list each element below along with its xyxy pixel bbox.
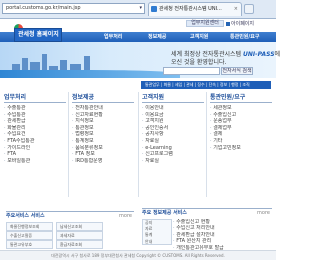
list-item[interactable]: 품목분류정보 [72,145,134,152]
list-item[interactable]: 공인인증서 [142,125,204,132]
list-item[interactable]: 자료실 [142,158,204,165]
column-support: 고객지원 이용안내 이용요금 고객지원 공인인증서 공지사항 자료실 e-Lea… [142,92,204,164]
hero-slogan-line2: 오신 것을 환영합니다. [171,59,227,66]
info-category-box: 공지 자료 통계 안내 [142,219,172,245]
list-item[interactable]: 결제 [210,131,272,138]
service-link[interactable]: 납세신고조회 [56,222,103,231]
service-row: 통관고유부호 환급자료조회 [6,240,106,249]
list-item[interactable]: 통관정보 [72,125,134,132]
list-item[interactable]: IRD통합운영 [72,158,134,165]
service-link[interactable]: 화물진행정보조회 [6,222,53,231]
list-item[interactable]: 기타 [210,138,272,145]
divider [138,92,139,197]
list-item[interactable]: 수입통관 [4,112,66,119]
slogan-suffix: 에 [274,51,281,58]
list-item[interactable]: 자료실 [142,138,204,145]
column-title: 고객지원 [142,92,204,103]
list-item[interactable]: 지식정보 [72,118,134,125]
column-title: 업무처리 [4,92,66,103]
address-bar[interactable]: portal.customs.go.kr/main.jsp ▾ [2,3,145,14]
site-link[interactable]: 아이폐이지 [226,20,254,27]
list-item[interactable]: 결제업무 [210,125,272,132]
list-item[interactable]: 기업고민정보 [210,145,272,152]
address-text: portal.customs.go.kr/main.jsp [6,5,81,11]
nav-menu-civil[interactable]: 통관민원/요구 [230,32,259,42]
list-item[interactable]: 이용안내 [142,105,204,112]
favicon-icon [151,6,157,12]
info-services-header: 주요 정보제공 서비스 more [142,208,272,217]
list-item[interactable]: FTA 정보 [72,151,134,158]
tab-title: 관세청 전자통관시스템 UNI... [159,6,222,12]
list-item[interactable]: 관세환급 [4,118,66,125]
more-link[interactable]: more [257,209,270,218]
service-link[interactable]: 환급자료조회 [56,240,103,249]
top-links: 업무지원센터 아이폐이지 [186,20,276,28]
section-title: 주요 정보제공 서비스 [142,210,187,216]
service-link[interactable]: 통관고유부호 [6,240,53,249]
list-item[interactable]: 가이드라인 [4,145,66,152]
list-item[interactable]: 통계정보 [72,138,134,145]
column-title: 통관민원/요구 [210,92,272,103]
service-row: 화물진행정보조회 납세신고조회 [6,222,106,231]
divider [206,92,207,197]
list-item[interactable]: 신고프로그램 [142,151,204,158]
column-work: 업무처리 수출통관 수입통관 관세환급 화물관리 수입요건 FTA수입통관 가이… [4,92,66,164]
list-item[interactable]: 세관정보 [210,105,272,112]
list-item[interactable]: FTA [4,151,66,158]
footer: 대전광역시 서구 청사로 189 정부대전청사 관세청 Copyright © … [0,250,276,260]
search-input[interactable] [163,67,220,75]
nav-menu-support[interactable]: 고객지원 [190,32,208,42]
list-item[interactable]: 수입요건 [4,131,66,138]
column-info: 정보제공 전자통관안내 신고자료현황 지식정보 통관정보 법령정보 통계정보 품… [72,92,134,164]
main-navigation: 관세청 홈페이지 업무처리 정보제공 고객지원 통관민원/요구 [0,28,276,42]
service-link[interactable]: 수출신고필증 [6,231,53,240]
info-services-list: 수출입신고 현황 수입신고 처리안내 관세환급 절차안내 FTA 원산지 관리 … [173,219,273,251]
list-item[interactable]: 운송업무 [210,118,272,125]
list-item[interactable]: FTA수입통관 [4,138,66,145]
search-button[interactable]: 전자서식 검색 [221,67,253,75]
slogan-brand: UNI-PASS [242,51,275,58]
list-item[interactable]: 이용요금 [142,112,204,119]
list-item[interactable]: 공지사항 [142,131,204,138]
column-title: 정보제공 [72,92,134,103]
wave-graphic [0,70,180,78]
browser-chrome: portal.customs.go.kr/main.jsp ▾ 관세청 전자통관… [0,0,276,19]
service-link[interactable]: 과세자료 [56,231,103,240]
main-services-list: 화물진행정보조회 납세신고조회 수출신고필증 과세자료 통관고유부호 환급자료조… [6,222,106,249]
list-item[interactable]: 전자통관안내 [72,105,134,112]
support-center-link[interactable]: 업무지원센터 [186,20,224,27]
sub-tabs[interactable]: 통관업무 | 화물 | 세입 | 관세 | 징수 | 단속 | 정보 | 행정 … [141,81,271,89]
new-tab-button[interactable] [244,4,254,14]
nav-menu-work[interactable]: 업무처리 [104,32,122,42]
list-item[interactable]: 고객지원 [142,118,204,125]
main-services-header: 주요서비스 서비스 more [6,211,134,220]
more-link[interactable]: more [119,212,132,221]
section-title: 주요서비스 서비스 [6,213,45,219]
list-item[interactable]: 화물관리 [4,125,66,132]
list-item[interactable]: 신고자료현황 [72,112,134,119]
divider [68,92,69,197]
list-item[interactable]: 수출입신고 [210,112,272,119]
nav-menu-info[interactable]: 정보제공 [148,32,166,42]
info-category[interactable]: 안내 [143,239,171,245]
browser-tab[interactable]: 관세청 전자통관시스템 UNI... × [148,2,242,16]
home-tab[interactable]: 관세청 홈페이지 [14,28,62,42]
go-arrow-icon[interactable]: ▾ [139,4,142,13]
list-item[interactable]: 수출통관 [4,105,66,112]
list-item[interactable]: 모바일통관 [4,158,66,165]
close-tab-icon[interactable]: × [234,3,238,15]
column-civil: 통관민원/요구 세관정보 수출입신고 운송업무 결제업무 결제 기타 기업고민정… [210,92,272,151]
list-item[interactable]: e-Learning [142,145,204,152]
service-row: 수출신고필증 과세자료 [6,231,106,240]
list-item[interactable]: 법령정보 [72,131,134,138]
